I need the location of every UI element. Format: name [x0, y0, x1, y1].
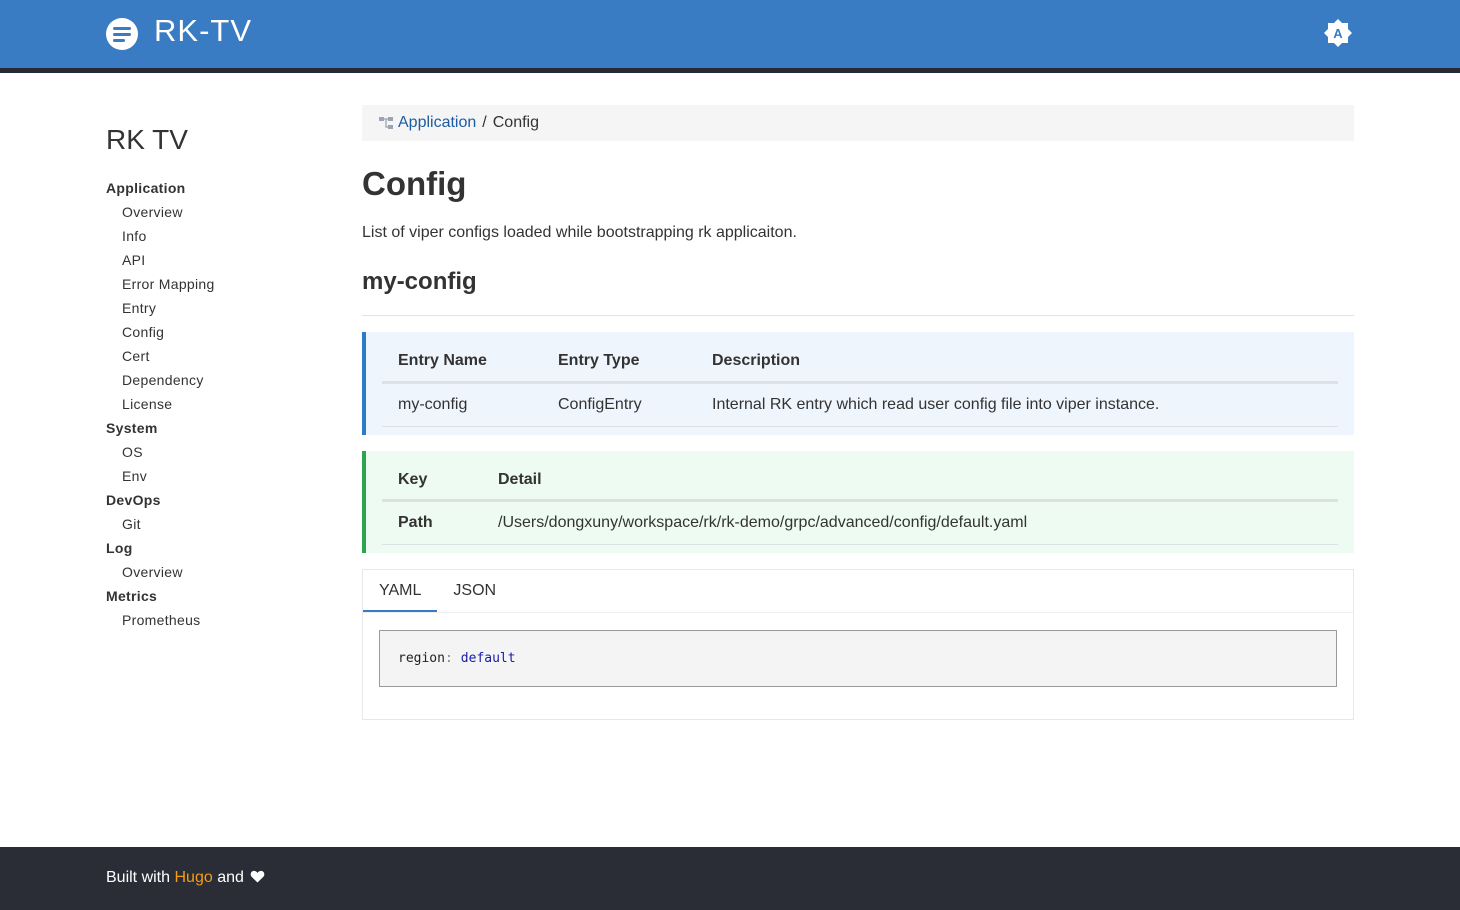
nav-item-env[interactable]: Env: [106, 464, 326, 488]
code-value: default: [460, 651, 516, 666]
footer-hugo-link[interactable]: Hugo: [174, 869, 212, 886]
nav-item-overview[interactable]: Overview: [106, 200, 326, 224]
nav-section-metrics[interactable]: Metrics: [106, 584, 326, 608]
config-tabs-panel: YAML JSON region: default: [362, 569, 1354, 720]
nav-item-os[interactable]: OS: [106, 440, 326, 464]
tab-yaml[interactable]: YAML: [363, 570, 438, 612]
breadcrumb-current: Config: [492, 114, 539, 131]
nav-item-license[interactable]: License: [106, 392, 326, 416]
nav-item-config[interactable]: Config: [106, 320, 326, 344]
table-header-row: Entry Name Entry Type Description: [382, 342, 1338, 384]
code-key: region: [398, 651, 445, 666]
section-title: my-config: [362, 267, 1354, 316]
nav-section-application[interactable]: Application: [106, 176, 326, 200]
sitemap-icon: [379, 117, 393, 129]
nav-item-api[interactable]: API: [106, 248, 326, 272]
theme-toggle-icon: A: [1324, 19, 1352, 47]
heart-icon: [251, 870, 265, 883]
site-title[interactable]: RK TV: [106, 122, 326, 176]
nav-item-cert[interactable]: Cert: [106, 344, 326, 368]
nav-item-error-mapping[interactable]: Error Mapping: [106, 272, 326, 296]
cell-description: Internal RK entry which read user config…: [696, 382, 1338, 427]
footer-prefix: Built with: [106, 869, 171, 886]
cell-entry-name: my-config: [382, 382, 542, 427]
footer-text: Built with Hugo and: [106, 869, 265, 887]
nav-section-system[interactable]: System: [106, 416, 326, 440]
nav-item-prometheus[interactable]: Prometheus: [106, 608, 326, 632]
nav-item-git[interactable]: Git: [106, 512, 326, 536]
breadcrumb-link-application[interactable]: Application: [398, 114, 476, 132]
page-title: Config: [362, 165, 467, 202]
nav-item-info[interactable]: Info: [106, 224, 326, 248]
main-content: Application / Config Config List of vipe…: [362, 105, 1354, 720]
detail-card: Key Detail Path /Users/dongxuny/workspac…: [362, 450, 1354, 553]
breadcrumb-separator: /: [482, 114, 487, 131]
cell-entry-type: ConfigEntry: [542, 382, 696, 427]
nav-item-log-overview[interactable]: Overview: [106, 560, 326, 584]
column-header-description: Description: [696, 342, 1338, 384]
menu-icon[interactable]: [106, 18, 138, 50]
detail-table: Key Detail Path /Users/dongxuny/workspac…: [382, 460, 1338, 545]
column-header-detail: Detail: [482, 460, 1338, 502]
brand-title[interactable]: RK-TV: [154, 13, 252, 49]
breadcrumb: Application / Config: [362, 105, 1354, 141]
tab-json[interactable]: JSON: [437, 570, 512, 612]
top-bar: RK-TV A: [0, 0, 1460, 68]
sidebar: RK TV Application Overview Info API Erro…: [106, 122, 326, 632]
nav-item-entry[interactable]: Entry: [106, 296, 326, 320]
entry-card: Entry Name Entry Type Description my-con…: [362, 332, 1354, 435]
tab-bar: YAML JSON: [363, 570, 1353, 613]
table-row: Path /Users/dongxuny/workspace/rk/rk-dem…: [382, 500, 1338, 545]
column-header-entry-name: Entry Name: [382, 342, 542, 384]
footer-suffix: and: [217, 869, 244, 886]
column-header-key: Key: [382, 460, 482, 502]
table-row: my-config ConfigEntry Internal RK entry …: [382, 382, 1338, 427]
theme-toggle-button[interactable]: A: [1322, 17, 1354, 49]
page-description: List of viper configs loaded while boots…: [362, 224, 797, 241]
nav-section-log[interactable]: Log: [106, 536, 326, 560]
footer: Built with Hugo and: [0, 847, 1460, 910]
column-header-entry-type: Entry Type: [542, 342, 696, 384]
cell-detail: /Users/dongxuny/workspace/rk/rk-demo/grp…: [482, 500, 1338, 545]
code-block: region: default: [379, 630, 1337, 687]
header-divider: [0, 68, 1460, 73]
table-header-row: Key Detail: [382, 460, 1338, 502]
nav-section-devops[interactable]: DevOps: [106, 488, 326, 512]
svg-text:A: A: [1333, 26, 1343, 41]
nav-item-dependency[interactable]: Dependency: [106, 368, 326, 392]
entry-table: Entry Name Entry Type Description my-con…: [382, 342, 1338, 427]
cell-key: Path: [382, 500, 482, 545]
code-colon: :: [444, 651, 453, 666]
